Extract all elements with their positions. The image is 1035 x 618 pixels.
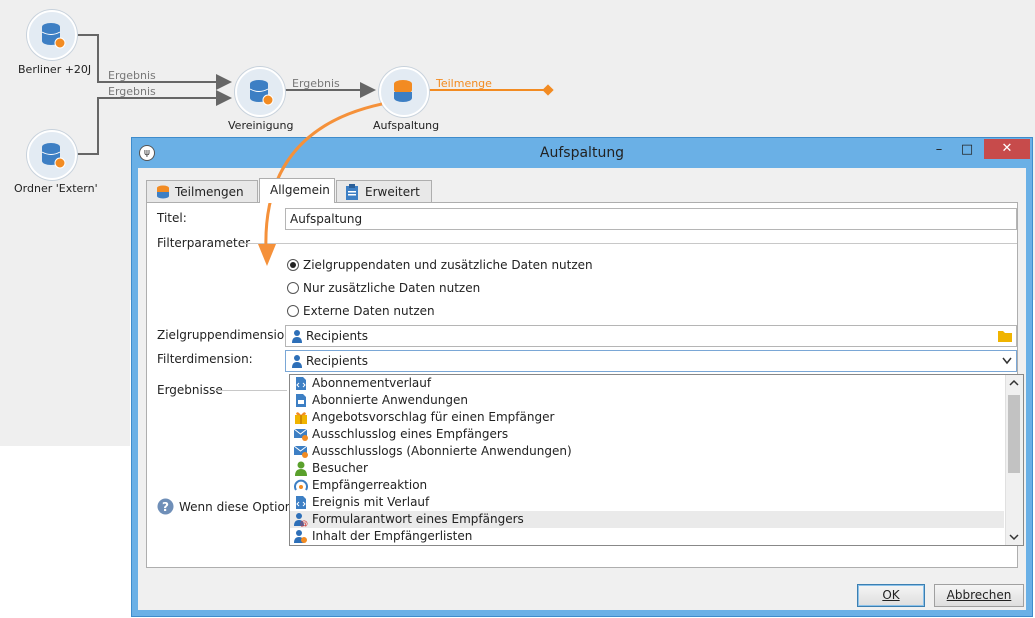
person-icon: [292, 355, 302, 368]
minimize-button[interactable]: –: [926, 140, 952, 160]
dropdown-item[interactable]: Besucher: [290, 460, 1004, 477]
link-label-ergebnis: Ergebnis: [108, 69, 156, 82]
cancel-button[interactable]: Abbrechen: [934, 584, 1024, 607]
filter-dimension-value: Recipients: [306, 354, 369, 368]
dropdown-item[interactable]: Angebotsvorschlag für einen Empfänger: [290, 409, 1004, 426]
reaction-icon: [294, 479, 308, 491]
dropdown-scrollbar[interactable]: [1005, 375, 1023, 545]
dialog-titlebar[interactable]: ψ Aufspaltung – □ ✕: [132, 138, 1032, 168]
dropdown-item[interactable]: Ausschlusslog eines Empfängers: [290, 426, 1004, 443]
dropdown-scroll-thumb[interactable]: [1008, 395, 1020, 473]
node-extern[interactable]: [27, 130, 77, 180]
person-icon: [292, 330, 302, 343]
dropdown-item-label: Angebotsvorschlag für einen Empfänger: [312, 410, 555, 424]
tab-teilmengen[interactable]: Teilmengen: [146, 180, 258, 202]
dropdown-item[interactable]: Abonnementverlauf: [290, 375, 1004, 392]
radio-label[interactable]: Nur zusätzliche Daten nutzen: [303, 281, 480, 295]
database-icon: [41, 23, 66, 49]
radio-zielgruppendaten[interactable]: [287, 259, 299, 271]
dropdown-item-label: Ausschlusslogs (Abonnierte Anwendungen): [312, 444, 572, 458]
workflow-canvas-lower: [0, 300, 130, 446]
dialog-body: Teilmengen Allgemein Erweitert Titel: Au…: [138, 168, 1026, 610]
document-app-icon: [296, 394, 306, 407]
dropdown-item-label: Inhalt der Empfängerlisten: [312, 529, 473, 543]
close-button[interactable]: ✕: [984, 139, 1030, 159]
aufspaltung-dialog: ψ Aufspaltung – □ ✕ Teilmengen Allgemein…: [131, 137, 1033, 617]
visitor-icon: [295, 461, 307, 476]
document-event-icon: [296, 496, 306, 509]
database-split-icon: [394, 80, 412, 102]
help-text: Wenn diese Option a: [179, 500, 304, 514]
mail-exclusion-icon: [294, 428, 308, 441]
radio-label[interactable]: Externe Daten nutzen: [303, 304, 435, 318]
mail-exclusion-icon: [294, 445, 308, 458]
link-label-ergebnis: Ergebnis: [292, 77, 340, 90]
dropdown-item[interactable]: Ausschlusslogs (Abonnierte Anwendungen): [290, 443, 1004, 460]
clipboard-icon: [346, 184, 358, 200]
gift-icon: [295, 412, 307, 424]
target-dimension-label: Zielgruppendimension:: [157, 328, 296, 342]
chevron-down-icon[interactable]: [1002, 357, 1012, 365]
node-berliner[interactable]: [27, 10, 77, 60]
maximize-button[interactable]: □: [954, 140, 980, 160]
dropdown-item-label: Formularantwort eines Empfängers: [312, 512, 524, 526]
target-dimension-value: Recipients: [306, 329, 369, 343]
dropdown-item-label: Empfängerreaktion: [312, 478, 428, 492]
dropdown-item-label: Ereignis mit Verlauf: [312, 495, 430, 509]
node-vereinigung[interactable]: [235, 67, 285, 117]
results-section-divider: [215, 390, 287, 391]
title-label: Titel:: [157, 211, 187, 225]
target-dimension-field[interactable]: Recipients: [285, 325, 1017, 347]
dropdown-item[interactable]: Empfängerreaktion: [290, 477, 1004, 494]
ok-button[interactable]: OK: [857, 584, 925, 607]
list-content-icon: [294, 530, 307, 543]
node-aufspaltung-label: Aufspaltung: [373, 119, 440, 132]
document-history-icon: [296, 377, 306, 390]
filter-dimension-dropdown[interactable]: Abonnementverlauf Abonnierte Anwendungen…: [289, 374, 1024, 546]
dropdown-item[interactable]: Abonnierte Anwendungen: [290, 392, 1004, 409]
radio-zusaetzliche-daten[interactable]: [287, 282, 299, 294]
filter-dimension-label: Filterdimension:: [157, 352, 253, 366]
dialog-title: Aufspaltung: [539, 145, 625, 161]
link-label-teilmenge: Teilmenge: [436, 77, 492, 90]
database-icon: [41, 143, 66, 169]
tab-label: Teilmengen: [175, 185, 244, 199]
tab-allgemein[interactable]: Allgemein: [259, 178, 335, 203]
dropdown-item-label: Ausschlusslog eines Empfängers: [312, 427, 509, 441]
radio-label[interactable]: Zielgruppendaten und zusätzliche Daten n…: [303, 258, 593, 272]
dropdown-item-label: Abonnierte Anwendungen: [312, 393, 468, 407]
radio-externe-daten[interactable]: [287, 305, 299, 317]
results-section-label: Ergebnisse: [157, 383, 223, 397]
help-icon: ?: [157, 498, 174, 515]
teilmenge-end-diamond[interactable]: [542, 84, 554, 96]
filter-section-divider: [240, 243, 1017, 244]
form-response-icon: @: [294, 513, 308, 527]
tab-erweitert[interactable]: Erweitert: [336, 180, 432, 202]
tab-label: Allgemein: [270, 183, 330, 197]
node-vereinigung-label: Vereinigung: [228, 119, 294, 132]
scroll-down-icon[interactable]: [1008, 533, 1020, 541]
dropdown-item-hovered[interactable]: @ Formularantwort eines Empfängers: [290, 511, 1004, 528]
scroll-up-icon[interactable]: [1008, 379, 1020, 387]
database-icon: [157, 185, 169, 199]
database-union-icon: [249, 80, 274, 106]
svg-text:@: @: [300, 519, 308, 527]
folder-icon[interactable]: [997, 329, 1013, 343]
tab-label: Erweitert: [365, 185, 420, 199]
node-berliner-label: Berliner +20J: [18, 63, 92, 76]
dropdown-item-label: Besucher: [312, 461, 368, 475]
link-label-ergebnis: Ergebnis: [108, 85, 156, 98]
title-input[interactable]: Aufspaltung: [285, 208, 1017, 230]
filter-dimension-select[interactable]: Recipients: [285, 350, 1017, 372]
dropdown-item[interactable]: Inhalt der Empfängerlisten: [290, 528, 1004, 545]
svg-text:?: ?: [162, 500, 169, 514]
filter-section-label: Filterparameter: [157, 236, 251, 250]
node-extern-label: Ordner 'Extern': [14, 182, 98, 195]
dropdown-item-label: Abonnementverlauf: [312, 376, 432, 390]
dropdown-item[interactable]: Ereignis mit Verlauf: [290, 494, 1004, 511]
node-aufspaltung[interactable]: [379, 67, 429, 117]
